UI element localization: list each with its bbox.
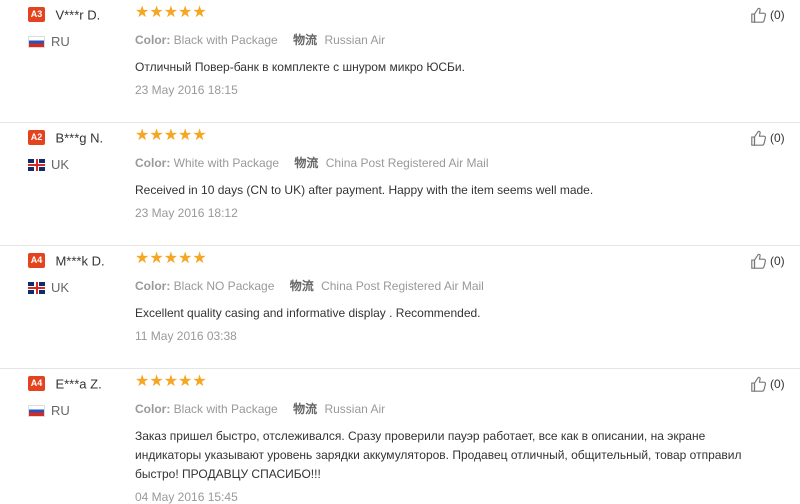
star-rating: ★★★★★ xyxy=(135,373,207,390)
order-info: Color: Black NO Package 物流 China Post Re… xyxy=(135,277,745,294)
buyer-level-badge: A4 xyxy=(28,253,45,269)
reviewer-country: UK xyxy=(28,157,128,172)
country-flag-icon xyxy=(28,158,45,171)
shipping-info: 物流 Russian Air xyxy=(293,33,385,47)
helpful-count: (0) xyxy=(770,131,785,145)
review-body: ★★★★★ Color: Black with Package 物流 Russi… xyxy=(135,4,745,98)
review-text: Заказ пришел быстро, отслеживался. Сразу… xyxy=(135,429,742,481)
order-info: Color: White with Package 物流 China Post … xyxy=(135,154,745,171)
buyer-level-badge: A2 xyxy=(28,130,45,146)
country-flag-icon xyxy=(28,35,45,48)
review-item: A4 E***a Z. RU ★★★★★ Color: Black with P… xyxy=(0,369,800,504)
review-date: 11 May 2016 03:38 xyxy=(135,329,237,343)
logistics-icon: 物流 xyxy=(294,156,319,170)
order-info: Color: Black with Package 物流 Russian Air xyxy=(135,400,745,417)
helpful-count: (0) xyxy=(770,254,785,268)
country-code: RU xyxy=(51,403,70,418)
reviewer-name: M***k D. xyxy=(55,253,105,269)
reviewer-name: V***r D. xyxy=(55,7,101,23)
review-list: A3 V***r D. RU ★★★★★ Color: Black with P… xyxy=(0,0,800,504)
reviewer-info: A4 M***k D. UK xyxy=(28,252,128,295)
country-code: UK xyxy=(51,157,70,172)
shipping-method: China Post Registered Air Mail xyxy=(321,279,484,293)
reviewer-country: RU xyxy=(28,34,128,49)
shipping-method: Russian Air xyxy=(324,402,386,416)
star-rating: ★★★★★ xyxy=(135,127,207,144)
reviewer-country: RU xyxy=(28,403,128,418)
color-label: Color: xyxy=(135,156,171,170)
shipping-info: 物流 Russian Air xyxy=(293,402,385,416)
review-text: Excellent quality casing and informative… xyxy=(135,306,481,320)
review-item: A2 B***g N. UK ★★★★★ Color: White with P… xyxy=(0,123,800,246)
country-code: UK xyxy=(51,280,70,295)
thumbs-up-icon xyxy=(751,253,767,269)
thumbs-up-icon xyxy=(751,130,767,146)
color-value: Black with Package xyxy=(173,33,278,47)
logistics-icon: 物流 xyxy=(289,279,314,293)
reviewer-country: UK xyxy=(28,280,128,295)
helpful-count: (0) xyxy=(770,8,785,22)
color-label: Color: xyxy=(135,402,171,416)
reviewer-info: A2 B***g N. UK xyxy=(28,129,128,172)
shipping-method: Russian Air xyxy=(324,33,386,47)
thumbs-up-icon xyxy=(751,7,767,23)
star-rating: ★★★★★ xyxy=(135,250,207,267)
shipping-info: 物流 China Post Registered Air Mail xyxy=(294,156,488,170)
country-code: RU xyxy=(51,34,70,49)
review-item: A4 M***k D. UK ★★★★★ Color: Black NO Pac… xyxy=(0,246,800,369)
country-flag-icon xyxy=(28,281,45,294)
helpful-button[interactable]: (0) xyxy=(750,129,785,147)
thumbs-up-icon xyxy=(751,376,767,392)
color-value: Black NO Package xyxy=(173,279,275,293)
helpful-button[interactable]: (0) xyxy=(750,375,785,393)
review-date: 04 May 2016 15:45 xyxy=(135,490,238,504)
country-flag-icon xyxy=(28,404,45,417)
star-rating: ★★★★★ xyxy=(135,4,207,21)
review-body: ★★★★★ Color: Black with Package 物流 Russi… xyxy=(135,374,745,504)
review-body: ★★★★★ Color: White with Package 物流 China… xyxy=(135,127,745,221)
reviewer-name: E***a Z. xyxy=(55,376,102,392)
color-value: Black with Package xyxy=(173,402,278,416)
review-text: Отличный Повер-банк в комплекте с шнуром… xyxy=(135,60,465,74)
helpful-button[interactable]: (0) xyxy=(750,6,785,24)
review-body: ★★★★★ Color: Black NO Package 物流 China P… xyxy=(135,250,745,344)
helpful-button[interactable]: (0) xyxy=(750,252,785,270)
review-item: A3 V***r D. RU ★★★★★ Color: Black with P… xyxy=(0,0,800,123)
reviewer-name: B***g N. xyxy=(55,130,104,146)
logistics-icon: 物流 xyxy=(293,33,318,47)
shipping-info: 物流 China Post Registered Air Mail xyxy=(290,279,484,293)
color-value: White with Package xyxy=(173,156,280,170)
review-date: 23 May 2016 18:12 xyxy=(135,206,238,220)
reviewer-info: A4 E***a Z. RU xyxy=(28,375,128,418)
color-label: Color: xyxy=(135,279,171,293)
buyer-level-badge: A4 xyxy=(28,376,45,392)
reviewer-info: A3 V***r D. RU xyxy=(28,6,128,49)
color-label: Color: xyxy=(135,33,171,47)
shipping-method: China Post Registered Air Mail xyxy=(325,156,489,170)
review-text: Received in 10 days (CN to UK) after pay… xyxy=(135,183,594,197)
order-info: Color: Black with Package 物流 Russian Air xyxy=(135,31,745,48)
helpful-count: (0) xyxy=(770,377,785,391)
logistics-icon: 物流 xyxy=(293,402,318,416)
review-date: 23 May 2016 18:15 xyxy=(135,83,238,97)
buyer-level-badge: A3 xyxy=(28,7,45,23)
